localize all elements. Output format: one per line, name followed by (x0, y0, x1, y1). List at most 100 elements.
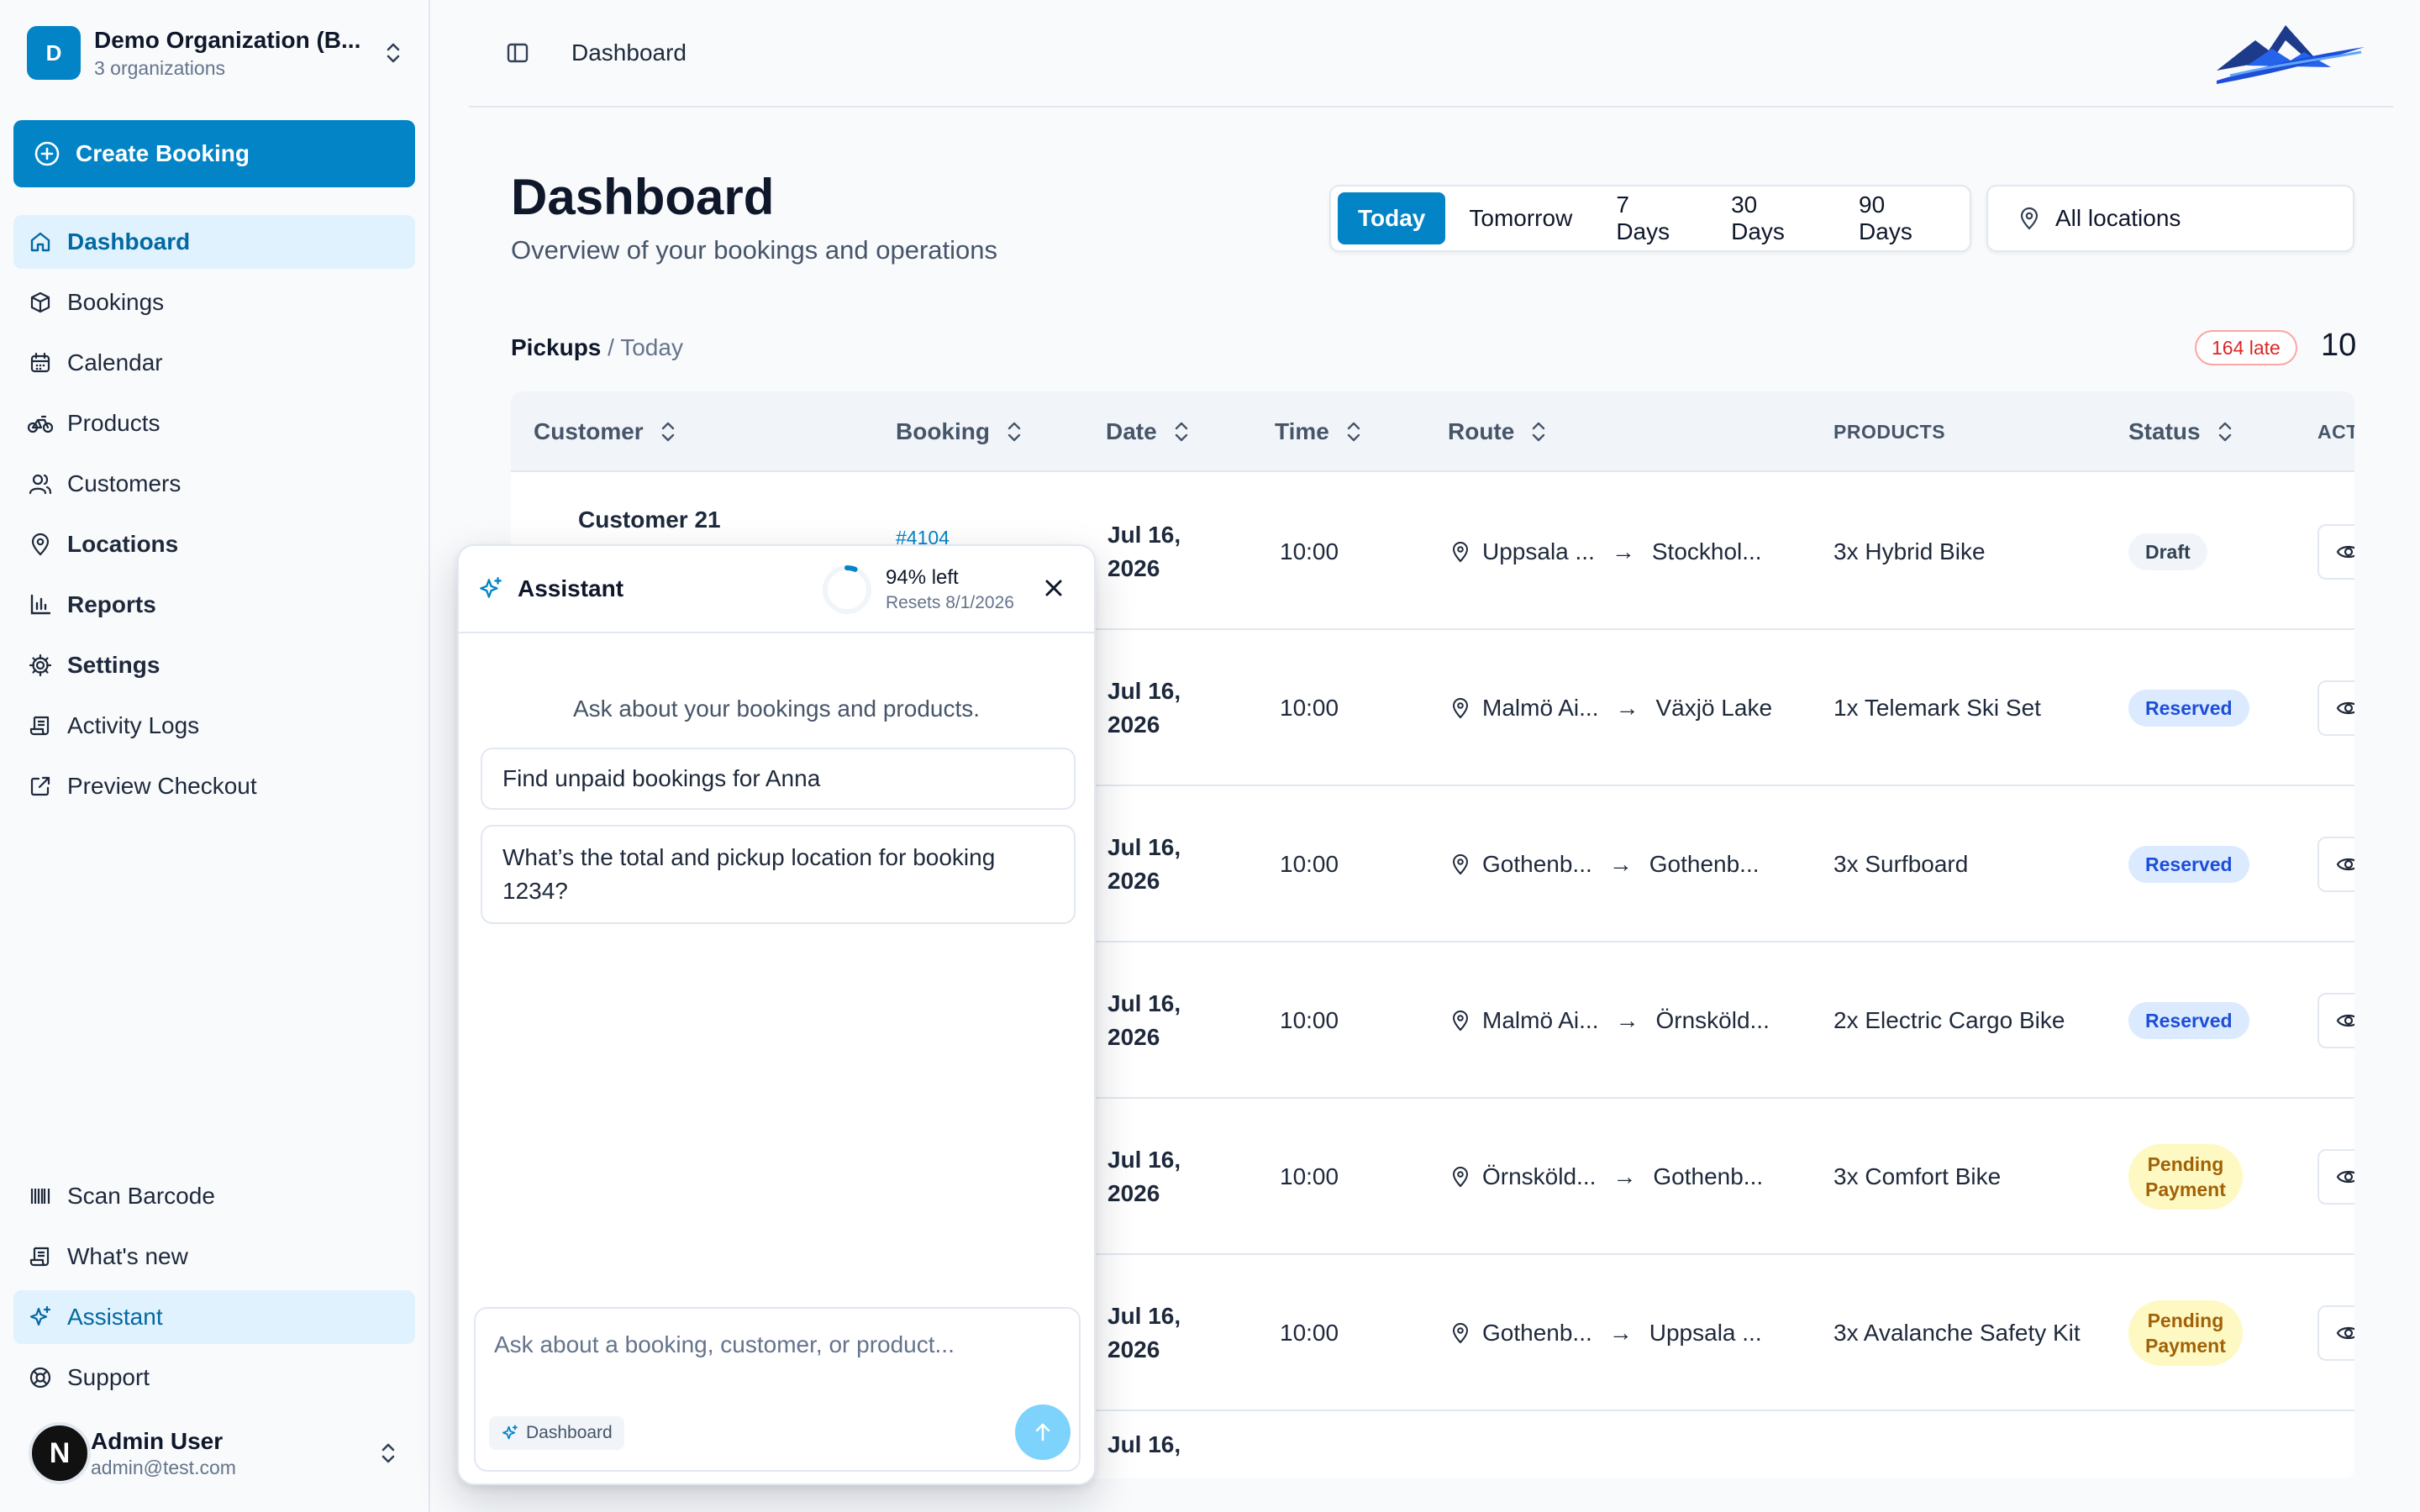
sort-icon (659, 419, 677, 444)
sidebar-item-dashboard[interactable]: Dashboard (13, 215, 415, 269)
view-booking-button[interactable] (2317, 1149, 2354, 1205)
sort-icon (1172, 419, 1191, 444)
range-tomorrow-button[interactable]: Tomorrow (1449, 192, 1592, 244)
sidebar-item-label: Locations (67, 531, 179, 557)
view-booking-button[interactable] (2317, 680, 2354, 736)
org-switcher[interactable]: D Demo Organization (B... 3 organization… (13, 17, 417, 89)
sidebar-item-support[interactable]: Support (13, 1351, 415, 1404)
route-to: Växjö Lake (1655, 695, 1773, 721)
column-header-date[interactable]: Date (1106, 391, 1191, 472)
late-count-badge[interactable]: 164 late (2195, 330, 2297, 365)
sparkles-icon (27, 1305, 54, 1330)
sidebar-item-whats-new[interactable]: What's new (13, 1230, 415, 1284)
user-name: Admin User (91, 1427, 224, 1454)
status-line: Payment (2145, 1179, 2226, 1200)
home-icon (27, 229, 54, 255)
close-icon[interactable] (1039, 573, 1069, 603)
date-line: 2026 (1107, 1336, 1160, 1362)
sidebar-item-scan-barcode[interactable]: Scan Barcode (13, 1169, 415, 1223)
map-pin-icon (27, 532, 54, 557)
pickup-count: 10 (2321, 328, 2357, 363)
date-line: 2026 (1107, 1024, 1160, 1050)
range-today-button[interactable]: Today (1338, 192, 1446, 244)
pickup-time: 10:00 (1280, 695, 1339, 721)
column-header-customer[interactable]: Customer (534, 391, 677, 472)
sidebar-item-label: Reports (67, 591, 156, 617)
date-line: Jul 16, (1107, 834, 1181, 860)
create-booking-button[interactable]: Create Booking (13, 120, 415, 187)
status-badge: Reserved (2128, 1002, 2249, 1039)
pickup-time: 10:00 (1280, 1163, 1339, 1189)
assistant-hint: Ask about your bookings and products. (572, 696, 981, 722)
products: 3x Avalanche Safety Kit (1833, 1320, 2081, 1346)
sidebar-item-preview-checkout[interactable]: Preview Checkout (13, 759, 415, 813)
sidebar-toggle-button[interactable] (499, 34, 536, 71)
eye-icon (2336, 1167, 2354, 1187)
sidebar-item-locations[interactable]: Locations (13, 517, 415, 571)
sidebar-item-calendar[interactable]: Calendar (13, 336, 415, 390)
arrow-right-icon: → (1615, 695, 1639, 721)
column-header-products: PRODUCTS (1833, 420, 1946, 443)
quota-reset-date: Resets 8/1/2026 (886, 593, 1014, 612)
user-email: admin@test.com (91, 1456, 236, 1478)
sidebar-item-activity-logs[interactable]: Activity Logs (13, 699, 415, 753)
sidebar-item-label: Bookings (67, 289, 165, 315)
date-line: 2026 (1107, 1180, 1160, 1206)
user-menu[interactable]: N Admin User admin@test.com (13, 1411, 415, 1495)
date-line: Jul 16, (1107, 678, 1181, 704)
arrow-up-icon (1030, 1420, 1055, 1445)
date-line: Jul 16, (1107, 1147, 1181, 1173)
column-header-status[interactable]: Status (2128, 391, 2234, 472)
bar-chart-icon (27, 592, 54, 617)
pickup-date: Jul 16, (1107, 1431, 1181, 1457)
route-to: Örnsköld... (1655, 1007, 1770, 1033)
sidebar-item-bookings[interactable]: Bookings (13, 276, 415, 329)
column-label: Booking (896, 418, 990, 444)
sidebar-item-reports[interactable]: Reports (13, 578, 415, 632)
bike-icon (27, 411, 54, 436)
suggestion-button[interactable]: What’s the total and pickup location for… (481, 825, 1076, 924)
chevron-up-down-icon (378, 1441, 398, 1466)
products: 3x Hybrid Bike (1833, 538, 1986, 564)
org-name: Demo Organization (B... (94, 26, 361, 53)
view-booking-button[interactable] (2317, 524, 2354, 580)
pickup-time: 10:00 (1280, 851, 1339, 877)
route: Malmö Ai... → Örnsköld... (1450, 942, 1770, 1099)
users-icon (27, 471, 54, 496)
breadcrumb: Dashboard (571, 39, 687, 66)
column-label: Customer (534, 418, 644, 444)
sidebar-item-customers[interactable]: Customers (13, 457, 415, 511)
date-line: 2026 (1107, 711, 1160, 738)
route-to: Gothenb... (1649, 851, 1760, 877)
main-nav: Dashboard Bookings Calendar Products Cus… (13, 215, 415, 820)
products: 3x Comfort Bike (1833, 1163, 2002, 1189)
range-7-days-button[interactable]: 7 Days (1596, 192, 1707, 244)
status-badge: Draft (2128, 533, 2207, 570)
sidebar-item-label: Dashboard (67, 228, 191, 255)
route-to: Gothenb... (1653, 1163, 1764, 1189)
barcode-icon (27, 1184, 54, 1209)
sidebar-item-settings[interactable]: Settings (13, 638, 415, 692)
range-30-days-button[interactable]: 30 Days (1711, 192, 1835, 244)
column-header-route[interactable]: Route (1448, 391, 1548, 472)
sidebar-item-label: Activity Logs (67, 712, 200, 738)
pickup-date: Jul 16, 2026 (1107, 1099, 1181, 1255)
send-message-button[interactable] (1015, 1404, 1071, 1460)
view-booking-button[interactable] (2317, 837, 2354, 892)
products: 3x Surfboard (1833, 851, 1969, 877)
column-header-booking[interactable]: Booking (896, 391, 1023, 472)
quota-remaining: 94% left (886, 566, 959, 589)
route: Gothenb... → Gothenb... (1450, 786, 1760, 942)
context-chip[interactable]: Dashboard (489, 1416, 624, 1450)
sidebar-item-assistant[interactable]: Assistant (13, 1290, 415, 1344)
status-badge: Pending Payment (2128, 1144, 2243, 1210)
box-icon (27, 290, 54, 315)
suggestion-button[interactable]: Find unpaid bookings for Anna (481, 748, 1076, 810)
range-90-days-button[interactable]: 90 Days (1839, 192, 1963, 244)
assistant-message-input[interactable] (494, 1324, 1057, 1366)
location-filter-select[interactable]: All locations (1986, 185, 2354, 252)
column-header-time[interactable]: Time (1275, 391, 1363, 472)
sidebar-item-products[interactable]: Products (13, 396, 415, 450)
view-booking-button[interactable] (2317, 1305, 2354, 1361)
view-booking-button[interactable] (2317, 993, 2354, 1048)
